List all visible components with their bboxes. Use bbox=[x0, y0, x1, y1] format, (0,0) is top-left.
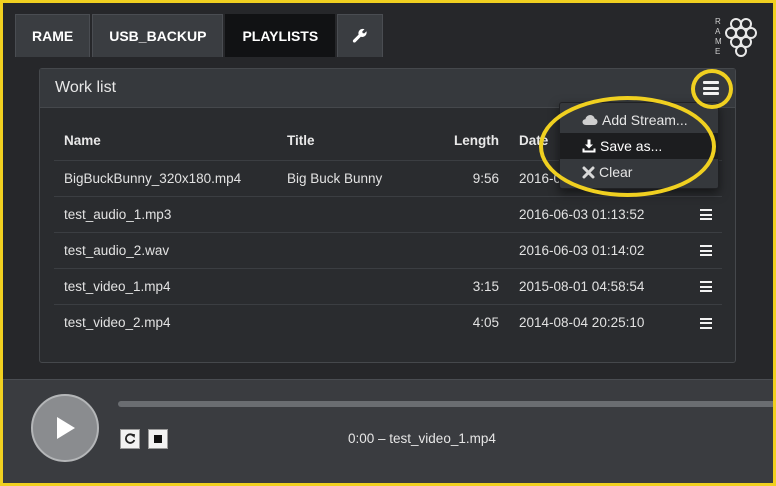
app-window: RAME USB_BACKUP PLAYLISTS R A M E Work l… bbox=[3, 3, 773, 483]
tab-playlists[interactable]: PLAYLISTS bbox=[225, 14, 336, 57]
play-icon bbox=[57, 417, 75, 439]
cell-date: 2016-06-03 01:14:02 bbox=[509, 231, 679, 268]
logo-letter: M bbox=[715, 37, 722, 46]
logo-letter: E bbox=[715, 47, 720, 56]
row-menu-icon[interactable] bbox=[700, 317, 712, 329]
rame-logo: R A M E bbox=[715, 17, 757, 57]
column-header-length[interactable]: Length bbox=[409, 122, 509, 160]
logo-letter: A bbox=[715, 27, 721, 36]
cell-length bbox=[409, 195, 509, 232]
hamburger-menu-icon[interactable] bbox=[700, 77, 722, 99]
stop-button[interactable] bbox=[148, 429, 168, 449]
progress-bar[interactable] bbox=[118, 401, 773, 407]
download-icon bbox=[582, 139, 596, 153]
menu-item-label: Add Stream... bbox=[602, 112, 688, 128]
cell-title: Big Buck Bunny bbox=[277, 159, 409, 196]
table-row[interactable]: test_audio_2.wav 2016-06-03 01:14:02 bbox=[54, 231, 722, 268]
menu-item-label: Clear bbox=[599, 164, 633, 180]
play-button[interactable] bbox=[31, 394, 99, 462]
cell-date: 2015-08-01 04:58:54 bbox=[509, 267, 679, 304]
cell-length: 4:05 bbox=[409, 303, 509, 340]
cell-name: test_video_1.mp4 bbox=[54, 267, 277, 304]
wrench-icon bbox=[353, 28, 367, 43]
cell-title bbox=[277, 195, 409, 232]
player-bar: 0:00 – test_video_1.mp4 bbox=[3, 379, 773, 483]
menu-item-clear[interactable]: Clear bbox=[560, 159, 718, 185]
logo-letter: R bbox=[715, 17, 721, 26]
menu-item-label: Save as... bbox=[600, 138, 663, 154]
tab-usb-backup[interactable]: USB_BACKUP bbox=[92, 14, 224, 57]
column-header-name[interactable]: Name bbox=[54, 122, 277, 160]
row-menu-icon[interactable] bbox=[700, 209, 712, 221]
cloud-icon bbox=[582, 115, 598, 125]
tab-rame[interactable]: RAME bbox=[15, 14, 91, 57]
table-row[interactable]: test_video_2.mp4 4:05 2014-08-04 20:25:1… bbox=[54, 303, 722, 340]
cell-name: test_video_2.mp4 bbox=[54, 303, 277, 340]
tab-bar: RAME USB_BACKUP PLAYLISTS bbox=[15, 14, 384, 57]
cell-length: 9:56 bbox=[409, 159, 509, 196]
row-menu-icon[interactable] bbox=[700, 245, 712, 257]
cell-date: 2014-08-04 20:25:10 bbox=[509, 303, 679, 340]
cell-title bbox=[277, 231, 409, 268]
cell-length: 3:15 bbox=[409, 267, 509, 304]
row-menu-icon[interactable] bbox=[700, 281, 712, 293]
cell-date: 2016-06-03 01:13:52 bbox=[509, 195, 679, 232]
close-icon bbox=[582, 166, 595, 178]
repeat-button[interactable] bbox=[120, 429, 140, 449]
table-row[interactable]: test_video_1.mp4 3:15 2015-08-01 04:58:5… bbox=[54, 267, 722, 304]
cell-title bbox=[277, 303, 409, 340]
repeat-icon bbox=[125, 433, 136, 444]
menu-item-save-as[interactable]: Save as... bbox=[560, 133, 718, 159]
stop-icon bbox=[154, 435, 162, 443]
cell-name: test_audio_2.wav bbox=[54, 231, 277, 268]
playlist-actions-menu: Add Stream... Save as... Clear bbox=[559, 102, 719, 189]
menu-item-add-stream[interactable]: Add Stream... bbox=[560, 107, 718, 133]
settings-tab[interactable] bbox=[337, 14, 384, 57]
panel-title: Work list bbox=[55, 79, 117, 96]
cell-name: BigBuckBunny_320x180.mp4 bbox=[54, 159, 277, 196]
cell-title bbox=[277, 267, 409, 304]
cell-name: test_audio_1.mp3 bbox=[54, 195, 277, 232]
table-row[interactable]: test_audio_1.mp3 2016-06-03 01:13:52 bbox=[54, 195, 722, 232]
column-header-title[interactable]: Title bbox=[277, 122, 409, 160]
cell-length bbox=[409, 231, 509, 268]
now-playing-text: 0:00 – test_video_1.mp4 bbox=[348, 431, 496, 446]
